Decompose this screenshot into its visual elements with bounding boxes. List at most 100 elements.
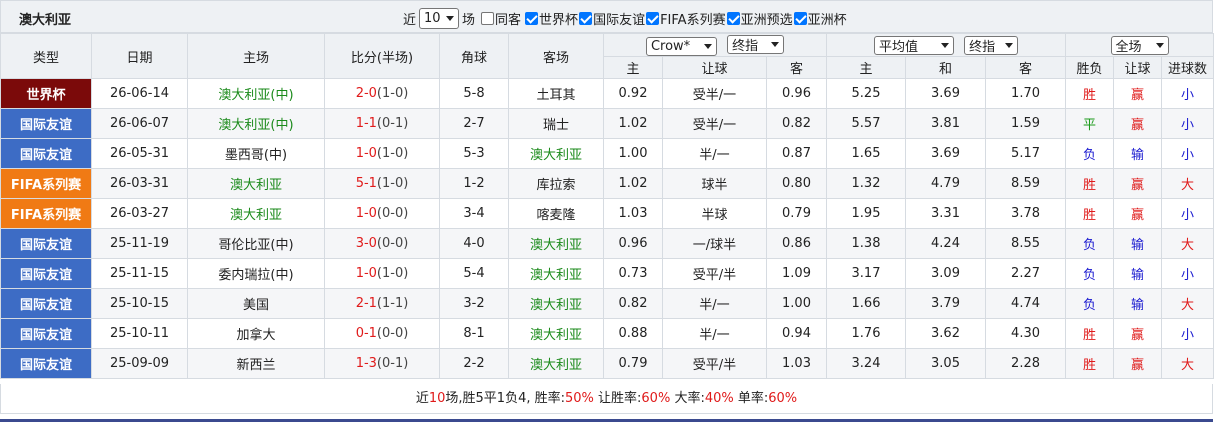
home-team[interactable]: 墨西哥(中)	[187, 138, 325, 169]
handicap-line: 受半/一	[662, 108, 767, 139]
score-cell[interactable]: 2-1(1-1)	[324, 288, 440, 319]
handicap-group-header: Crow* 终指	[602, 33, 828, 57]
match-type[interactable]: 国际友谊	[0, 108, 92, 139]
company-select[interactable]: Crow*	[645, 36, 717, 56]
handicap-line: 半/一	[662, 288, 767, 319]
match-date: 25-10-15	[91, 288, 188, 319]
worldcup-checkbox[interactable]	[525, 12, 539, 25]
match-date: 25-10-11	[91, 318, 188, 349]
match-type[interactable]: 国际友谊	[0, 138, 92, 169]
match-type[interactable]: FIFA系列赛	[0, 198, 92, 229]
score-cell[interactable]: 5-1(1-0)	[324, 168, 440, 199]
half-score: (0-0)	[376, 326, 409, 341]
sub-o-draw: 和	[905, 56, 987, 79]
score-cell[interactable]: 1-3(0-1)	[324, 348, 440, 379]
match-count-select[interactable]: 10	[419, 8, 460, 29]
summary-prefix: 近	[415, 391, 429, 406]
half-score: (0-0)	[376, 206, 409, 221]
odds-average-select[interactable]: 平均值	[873, 35, 954, 55]
corner-cell: 4-0	[439, 228, 509, 259]
result-group-header: 全场	[1065, 33, 1215, 57]
match-type[interactable]: 国际友谊	[0, 288, 92, 319]
same-venue-checkbox[interactable]	[481, 12, 495, 25]
asia-qualifier-checkbox[interactable]	[726, 12, 740, 25]
handicap-final-value: 终指	[732, 38, 759, 54]
handicap-line: 一/球半	[662, 228, 767, 259]
sub-h-away: 客	[765, 56, 828, 79]
title-bar: 澳大利亚 近 10 场 同客 世界杯 国际友谊 FIFA系列赛 亚洲预选 亚洲杯	[0, 0, 1213, 33]
away-team[interactable]: 澳大利亚	[508, 348, 604, 379]
home-team[interactable]: 澳大利亚(中)	[187, 108, 325, 139]
handicap-line: 半/一	[662, 318, 767, 349]
score-cell[interactable]: 1-1(0-1)	[324, 108, 440, 139]
summary-text2: 让胜率:	[593, 391, 642, 406]
home-team[interactable]: 哥伦比亚(中)	[187, 228, 325, 259]
handicap-line: 半球	[662, 198, 767, 229]
col-score-header: 比分(半场)	[324, 33, 440, 79]
goals-result: 小	[1161, 108, 1215, 139]
result: 负	[1065, 288, 1115, 319]
goals-result: 大	[1161, 228, 1215, 259]
away-team[interactable]: 澳大利亚	[508, 228, 604, 259]
score-cell[interactable]: 1-0(0-0)	[324, 198, 440, 229]
away-team[interactable]: 土耳其	[508, 78, 604, 109]
company-select-value: Crow*	[650, 38, 691, 54]
result: 胜	[1065, 348, 1115, 379]
home-team[interactable]: 澳大利亚	[187, 198, 325, 229]
asian-cup-checkbox[interactable]	[793, 12, 807, 25]
corner-cell: 3-4	[439, 198, 509, 229]
friendly-checkbox[interactable]	[579, 12, 593, 25]
odds-draw: 4.24	[905, 228, 987, 259]
match-table: 类型 日期 主场 比分(半场) 角球 客场 Crow* 终指 平均值 终指 全场…	[0, 33, 1215, 379]
score-cell[interactable]: 3-0(0-0)	[324, 228, 440, 259]
home-team[interactable]: 新西兰	[187, 348, 325, 379]
match-type[interactable]: 国际友谊	[0, 348, 92, 379]
result-handicap: 赢	[1113, 78, 1163, 109]
score-cell[interactable]: 2-0(1-0)	[324, 78, 440, 109]
handicap-final-select[interactable]: 终指	[727, 34, 785, 54]
summary-footer: 近10场,胜5平1负4, 胜率:50% 让胜率:60% 大率:40% 单率:60…	[0, 384, 1213, 414]
handicap-away-odds: 1.00	[765, 288, 828, 319]
home-team[interactable]: 加拿大	[187, 318, 325, 349]
home-team[interactable]: 澳大利亚(中)	[187, 78, 325, 109]
result-handicap: 赢	[1113, 168, 1163, 199]
corner-cell: 5-4	[439, 258, 509, 289]
home-team[interactable]: 澳大利亚	[187, 168, 325, 199]
match-type[interactable]: FIFA系列赛	[0, 168, 92, 199]
match-date: 26-06-14	[91, 78, 188, 109]
score-cell[interactable]: 0-1(0-0)	[324, 318, 440, 349]
result: 胜	[1065, 198, 1115, 229]
away-team[interactable]: 瑞士	[508, 108, 604, 139]
away-team[interactable]: 澳大利亚	[508, 318, 604, 349]
handicap-line: 受平/半	[662, 258, 767, 289]
away-team[interactable]: 澳大利亚	[508, 288, 604, 319]
team-title: 澳大利亚	[19, 13, 72, 28]
match-type[interactable]: 国际友谊	[0, 318, 92, 349]
handicap-home-odds: 1.02	[603, 168, 663, 199]
range-select[interactable]: 全场	[1110, 35, 1169, 55]
away-team[interactable]: 澳大利亚	[508, 138, 604, 169]
handicap-away-odds: 0.94	[765, 318, 828, 349]
away-team[interactable]: 澳大利亚	[508, 258, 604, 289]
match-type[interactable]: 国际友谊	[0, 258, 92, 289]
fifa-series-checkbox[interactable]	[646, 12, 660, 25]
home-team[interactable]: 委内瑞拉(中)	[187, 258, 325, 289]
goals-result: 小	[1161, 138, 1215, 169]
table-row: FIFA系列赛 26-03-31 澳大利亚 5-1(1-0) 1-2 库拉索 1.02 球半 0…	[0, 168, 1215, 199]
odds-home: 1.66	[826, 288, 907, 319]
home-team[interactable]: 美国	[187, 288, 325, 319]
away-team[interactable]: 库拉索	[508, 168, 604, 199]
sub-h-home: 主	[603, 56, 663, 79]
col-away-header: 客场	[508, 33, 604, 79]
corner-cell: 2-7	[439, 108, 509, 139]
match-type[interactable]: 国际友谊	[0, 228, 92, 259]
odds-final-select[interactable]: 终指	[964, 35, 1019, 55]
table-row: 国际友谊 26-05-31 墨西哥(中) 1-0(1-0) 5-3 澳大利亚 1.00 半/一…	[0, 138, 1215, 169]
corner-cell: 8-1	[439, 318, 509, 349]
score-cell[interactable]: 1-0(1-0)	[324, 258, 440, 289]
away-team[interactable]: 喀麦隆	[508, 198, 604, 229]
chevron-down-icon	[940, 42, 949, 48]
score-cell[interactable]: 1-0(1-0)	[324, 138, 440, 169]
col-home-header: 主场	[187, 33, 325, 79]
match-type[interactable]: 世界杯	[0, 78, 92, 109]
